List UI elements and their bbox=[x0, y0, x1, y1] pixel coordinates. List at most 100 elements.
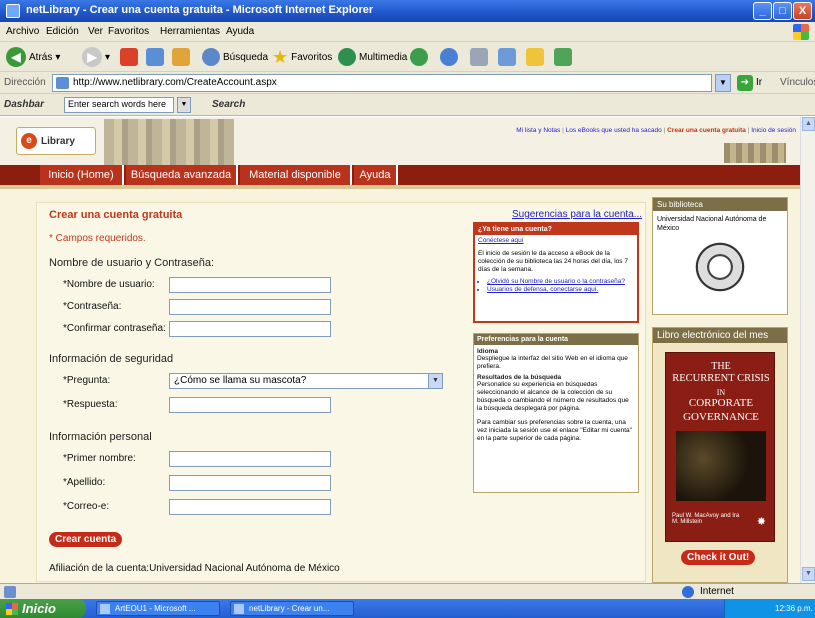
dashbar-label[interactable]: Dashbar bbox=[4, 99, 44, 110]
separator: | bbox=[663, 127, 666, 134]
multimedia-button[interactable]: Multimedia bbox=[338, 46, 407, 68]
confirm-password-input[interactable] bbox=[169, 321, 331, 337]
connect-link[interactable]: Conéctese aquí bbox=[475, 235, 637, 246]
messenger-button[interactable] bbox=[554, 46, 572, 68]
email-input[interactable] bbox=[169, 499, 331, 515]
account-links: ¿Olvidó su Nombre de usuario o la contra… bbox=[475, 278, 637, 294]
dropdown-arrow-icon: ▾ bbox=[105, 51, 111, 63]
password-input[interactable] bbox=[169, 299, 331, 315]
dashbar-dropdown-button[interactable]: ▼ bbox=[177, 97, 191, 113]
answer-input[interactable] bbox=[169, 397, 331, 413]
menu-bar: Archivo Edición Ver Favoritos Herramient… bbox=[0, 22, 815, 42]
required-note: * Campos requeridos. bbox=[49, 233, 146, 244]
search-label: Búsqueda bbox=[223, 51, 269, 63]
menu-edicion[interactable]: Edición bbox=[46, 26, 79, 37]
home-button[interactable] bbox=[172, 46, 190, 68]
cover-authors: Paul W. MacAvoy and Ira M. Millstein bbox=[672, 513, 740, 525]
taskbar: Inicio ArtEOU1 - Microsoft ... netLibrar… bbox=[0, 599, 815, 618]
account-box-text: El inicio de sesión le da acceso a eBook… bbox=[478, 250, 628, 273]
tab-home[interactable]: Inicio (Home) bbox=[40, 165, 124, 185]
book-cover[interactable]: THE RECURRENT CRISIS IN CORPORATE GOVERN… bbox=[665, 352, 775, 542]
site-nav: Inicio (Home) Búsqueda avanzada Material… bbox=[0, 165, 800, 185]
back-button[interactable]: ◀ Atrás ▾ bbox=[6, 46, 60, 68]
existing-account-box: ¿Ya tiene una cuenta? Conéctese aquí El … bbox=[473, 222, 639, 323]
username-input[interactable] bbox=[169, 277, 331, 293]
chevron-down-icon: ▼ bbox=[428, 374, 442, 388]
address-dropdown-button[interactable]: ▼ bbox=[715, 74, 731, 92]
address-label: Dirección bbox=[4, 77, 46, 88]
suggestions-link[interactable]: Sugerencias para la cuenta... bbox=[512, 209, 642, 220]
tab-help[interactable]: Ayuda bbox=[354, 165, 398, 185]
scroll-down-icon[interactable]: ▼ bbox=[802, 567, 815, 581]
maximize-button[interactable]: □ bbox=[773, 2, 792, 20]
scroll-up-icon[interactable]: ▲ bbox=[802, 117, 815, 131]
system-tray: 12:36 p.m. bbox=[724, 599, 815, 618]
go-arrow-icon[interactable]: ➔ bbox=[737, 75, 753, 91]
lastname-input[interactable] bbox=[169, 475, 331, 491]
start-button[interactable]: Inicio bbox=[0, 599, 86, 618]
window-titlebar[interactable]: netLibrary - Crear una cuenta gratuita -… bbox=[0, 0, 815, 22]
firstname-label: *Primer nombre: bbox=[63, 453, 136, 464]
affiliation-label: Afiliación de la cuenta: bbox=[49, 563, 150, 574]
ie-icon bbox=[234, 604, 244, 614]
history-button[interactable] bbox=[410, 46, 428, 68]
menu-ver[interactable]: Ver bbox=[88, 26, 103, 37]
login-link[interactable]: Inicio de sesión bbox=[751, 127, 796, 134]
menu-ayuda[interactable]: Ayuda bbox=[226, 26, 254, 37]
netlibrary-logo[interactable]: e Library bbox=[16, 127, 96, 155]
email-label: *Correo-e: bbox=[63, 501, 110, 512]
links-label[interactable]: Vínculos bbox=[780, 77, 815, 88]
close-button[interactable]: X bbox=[793, 2, 812, 20]
tab-advanced-search[interactable]: Búsqueda avanzada bbox=[126, 165, 238, 185]
results-heading: Resultados de la búsqueda bbox=[477, 374, 562, 381]
go-label[interactable]: Ir bbox=[756, 77, 762, 88]
stop-button[interactable] bbox=[120, 46, 138, 68]
back-arrow-icon: ◀ bbox=[6, 47, 26, 67]
taskbar-item[interactable]: ArtEOU1 - Microsoft ... bbox=[96, 601, 220, 616]
folder-button[interactable] bbox=[526, 46, 544, 68]
results-text: Personalice su experiencia en búsquedas … bbox=[477, 381, 629, 412]
vertical-scrollbar[interactable]: ▲ ▼ bbox=[800, 117, 815, 583]
favorites-button[interactable]: ★ Favoritos bbox=[272, 46, 332, 68]
section-security: Información de seguridad bbox=[49, 353, 174, 365]
form-title: Crear una cuenta gratuita bbox=[49, 209, 183, 221]
cover-text: GOVERNANCE bbox=[683, 411, 759, 423]
tab-material[interactable]: Material disponible bbox=[240, 165, 352, 185]
print-button[interactable] bbox=[470, 46, 488, 68]
ebooks-link[interactable]: Los eBooks que usted ha sacado bbox=[566, 127, 662, 134]
search-button[interactable]: Búsqueda bbox=[202, 46, 268, 68]
taskbar-item[interactable]: netLibrary - Crear un... bbox=[230, 601, 354, 616]
defense-link[interactable]: Usuarios de defensa, conectarse aquí. bbox=[487, 286, 637, 294]
check-it-out-button[interactable]: Check it Out! bbox=[681, 550, 756, 565]
cover-text: RECURRENT CRISIS bbox=[672, 373, 770, 384]
dashbar-search-button[interactable]: Search bbox=[212, 99, 245, 110]
top-links: Mi lista y Notas | Los eBooks que usted … bbox=[516, 127, 796, 134]
windows-logo-icon bbox=[793, 24, 809, 40]
create-account-button[interactable]: Crear cuenta bbox=[49, 532, 123, 547]
browser-toolbar: ◀ Atrás ▾ ▶ ▾ Búsqueda ★ Favoritos Multi… bbox=[0, 42, 815, 72]
clock[interactable]: 12:36 p.m. bbox=[775, 604, 813, 613]
firstname-input[interactable] bbox=[169, 451, 331, 467]
forward-button[interactable]: ▶ ▾ bbox=[82, 46, 110, 68]
ie-icon bbox=[6, 4, 20, 18]
multimedia-label: Multimedia bbox=[359, 51, 408, 63]
question-select[interactable]: ¿Cómo se llama su mascota? ▼ bbox=[169, 373, 443, 389]
separator: | bbox=[562, 127, 564, 134]
username-label: *Nombre de usuario: bbox=[63, 279, 155, 290]
menu-archivo[interactable]: Archivo bbox=[6, 26, 39, 37]
window-title: netLibrary - Crear una cuenta gratuita -… bbox=[26, 4, 374, 16]
menu-herramientas[interactable]: Herramientas bbox=[160, 26, 220, 37]
refresh-button[interactable] bbox=[146, 46, 164, 68]
forgot-link[interactable]: ¿Olvidó su Nombre de usuario o la contra… bbox=[487, 278, 637, 286]
menu-favoritos[interactable]: Favoritos bbox=[108, 26, 149, 37]
minimize-button[interactable]: _ bbox=[753, 2, 772, 20]
dashbar-search-input[interactable]: Enter search words here bbox=[64, 97, 174, 113]
library-box: Su biblioteca Universidad Nacional Autón… bbox=[652, 197, 788, 315]
create-account-link[interactable]: Crear una cuenta gratuita bbox=[667, 127, 746, 134]
address-bar: Dirección http://www.netlibrary.com/Crea… bbox=[0, 72, 815, 94]
mail-button[interactable] bbox=[440, 46, 458, 68]
edit-button[interactable] bbox=[498, 46, 516, 68]
start-label: Inicio bbox=[22, 601, 56, 616]
address-input[interactable]: http://www.netlibrary.com/CreateAccount.… bbox=[52, 74, 712, 92]
mylist-link[interactable]: Mi lista y Notas bbox=[516, 127, 560, 134]
